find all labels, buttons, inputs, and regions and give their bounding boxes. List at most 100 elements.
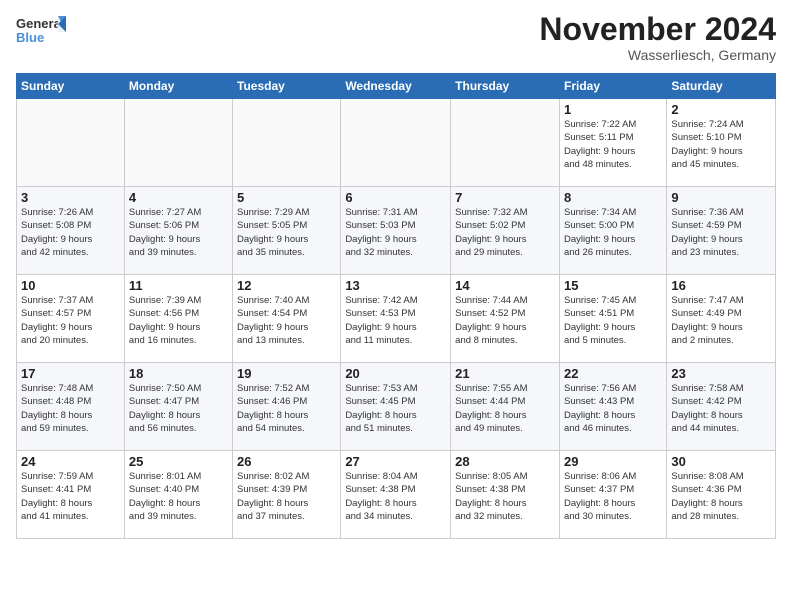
day-info: Sunrise: 7:48 AMSunset: 4:48 PMDaylight:… <box>21 383 93 434</box>
calendar-cell: 27 Sunrise: 8:04 AMSunset: 4:38 PMDayligh… <box>341 451 451 539</box>
day-number: 21 <box>455 366 555 381</box>
calendar-cell: 20 Sunrise: 7:53 AMSunset: 4:45 PMDayligh… <box>341 363 451 451</box>
day-number: 24 <box>21 454 120 469</box>
day-number: 9 <box>671 190 771 205</box>
day-info: Sunrise: 8:04 AMSunset: 4:38 PMDaylight:… <box>345 471 417 522</box>
calendar-cell: 2 Sunrise: 7:24 AMSunset: 5:10 PMDaylight… <box>667 99 776 187</box>
day-number: 7 <box>455 190 555 205</box>
day-info: Sunrise: 7:59 AMSunset: 4:41 PMDaylight:… <box>21 471 93 522</box>
header-saturday: Saturday <box>667 74 776 99</box>
day-number: 22 <box>564 366 662 381</box>
day-number: 12 <box>237 278 336 293</box>
day-number: 10 <box>21 278 120 293</box>
header-tuesday: Tuesday <box>233 74 341 99</box>
day-info: Sunrise: 7:36 AMSunset: 4:59 PMDaylight:… <box>671 207 743 258</box>
day-info: Sunrise: 8:06 AMSunset: 4:37 PMDaylight:… <box>564 471 636 522</box>
day-number: 20 <box>345 366 446 381</box>
calendar-week-1: 3Sunrise: 7:26 AMSunset: 5:08 PMDaylight… <box>17 187 776 275</box>
calendar-cell: 10Sunrise: 7:37 AMSunset: 4:57 PMDayligh… <box>17 275 125 363</box>
calendar-cell: 9 Sunrise: 7:36 AMSunset: 4:59 PMDaylight… <box>667 187 776 275</box>
day-number: 5 <box>237 190 336 205</box>
header: General Blue November 2024 Wasserliesch,… <box>16 12 776 63</box>
day-number: 6 <box>345 190 446 205</box>
day-number: 1 <box>564 102 662 117</box>
calendar-week-0: 1 Sunrise: 7:22 AMSunset: 5:11 PMDaylight… <box>17 99 776 187</box>
day-number: 15 <box>564 278 662 293</box>
calendar-cell: 22 Sunrise: 7:56 AMSunset: 4:43 PMDayligh… <box>559 363 666 451</box>
calendar-cell: 4 Sunrise: 7:27 AMSunset: 5:06 PMDaylight… <box>124 187 232 275</box>
day-info: Sunrise: 7:34 AMSunset: 5:00 PMDaylight:… <box>564 207 636 258</box>
day-info: Sunrise: 7:27 AMSunset: 5:06 PMDaylight:… <box>129 207 201 258</box>
day-number: 13 <box>345 278 446 293</box>
calendar-cell: 1 Sunrise: 7:22 AMSunset: 5:11 PMDaylight… <box>559 99 666 187</box>
calendar-cell: 28 Sunrise: 8:05 AMSunset: 4:38 PMDayligh… <box>451 451 560 539</box>
calendar-cell: 7Sunrise: 7:32 AMSunset: 5:02 PMDaylight… <box>451 187 560 275</box>
calendar-cell: 3Sunrise: 7:26 AMSunset: 5:08 PMDaylight… <box>17 187 125 275</box>
day-info: Sunrise: 7:39 AMSunset: 4:56 PMDaylight:… <box>129 295 201 346</box>
day-number: 25 <box>129 454 228 469</box>
day-info: Sunrise: 8:05 AMSunset: 4:38 PMDaylight:… <box>455 471 527 522</box>
calendar-week-2: 10Sunrise: 7:37 AMSunset: 4:57 PMDayligh… <box>17 275 776 363</box>
calendar-cell: 17Sunrise: 7:48 AMSunset: 4:48 PMDayligh… <box>17 363 125 451</box>
calendar-cell: 14Sunrise: 7:44 AMSunset: 4:52 PMDayligh… <box>451 275 560 363</box>
day-number: 26 <box>237 454 336 469</box>
calendar-cell: 11Sunrise: 7:39 AMSunset: 4:56 PMDayligh… <box>124 275 232 363</box>
calendar-cell: 23Sunrise: 7:58 AMSunset: 4:42 PMDayligh… <box>667 363 776 451</box>
day-info: Sunrise: 7:45 AMSunset: 4:51 PMDaylight:… <box>564 295 636 346</box>
calendar-week-3: 17Sunrise: 7:48 AMSunset: 4:48 PMDayligh… <box>17 363 776 451</box>
calendar-cell: 24 Sunrise: 7:59 AMSunset: 4:41 PMDayligh… <box>17 451 125 539</box>
day-number: 18 <box>129 366 228 381</box>
subtitle: Wasserliesch, Germany <box>539 47 776 63</box>
day-info: Sunrise: 7:24 AMSunset: 5:10 PMDaylight:… <box>671 119 743 170</box>
day-number: 14 <box>455 278 555 293</box>
calendar-cell <box>451 99 560 187</box>
day-info: Sunrise: 7:26 AMSunset: 5:08 PMDaylight:… <box>21 207 93 258</box>
day-number: 4 <box>129 190 228 205</box>
day-number: 27 <box>345 454 446 469</box>
day-number: 28 <box>455 454 555 469</box>
month-title: November 2024 <box>539 12 776 47</box>
calendar-cell: 19Sunrise: 7:52 AMSunset: 4:46 PMDayligh… <box>233 363 341 451</box>
day-number: 2 <box>671 102 771 117</box>
calendar-cell: 6 Sunrise: 7:31 AMSunset: 5:03 PMDaylight… <box>341 187 451 275</box>
day-number: 29 <box>564 454 662 469</box>
calendar-cell: 26 Sunrise: 8:02 AMSunset: 4:39 PMDayligh… <box>233 451 341 539</box>
header-friday: Friday <box>559 74 666 99</box>
header-row: Sunday Monday Tuesday Wednesday Thursday… <box>17 74 776 99</box>
calendar-cell: 18 Sunrise: 7:50 AMSunset: 4:47 PMDayligh… <box>124 363 232 451</box>
day-number: 8 <box>564 190 662 205</box>
calendar-cell: 13 Sunrise: 7:42 AMSunset: 4:53 PMDayligh… <box>341 275 451 363</box>
logo: General Blue <box>16 12 66 50</box>
calendar-cell <box>124 99 232 187</box>
day-info: Sunrise: 7:55 AMSunset: 4:44 PMDaylight:… <box>455 383 527 434</box>
calendar-cell: 8 Sunrise: 7:34 AMSunset: 5:00 PMDaylight… <box>559 187 666 275</box>
svg-text:Blue: Blue <box>16 30 44 45</box>
svg-text:General: General <box>16 16 64 31</box>
page-container: General Blue November 2024 Wasserliesch,… <box>0 0 792 547</box>
day-info: Sunrise: 7:56 AMSunset: 4:43 PMDaylight:… <box>564 383 636 434</box>
header-sunday: Sunday <box>17 74 125 99</box>
day-info: Sunrise: 7:52 AMSunset: 4:46 PMDaylight:… <box>237 383 309 434</box>
day-info: Sunrise: 8:01 AMSunset: 4:40 PMDaylight:… <box>129 471 201 522</box>
calendar-week-4: 24 Sunrise: 7:59 AMSunset: 4:41 PMDayligh… <box>17 451 776 539</box>
logo-svg: General Blue <box>16 12 66 50</box>
header-monday: Monday <box>124 74 232 99</box>
calendar-cell: 29 Sunrise: 8:06 AMSunset: 4:37 PMDayligh… <box>559 451 666 539</box>
day-info: Sunrise: 7:22 AMSunset: 5:11 PMDaylight:… <box>564 119 636 170</box>
day-info: Sunrise: 7:47 AMSunset: 4:49 PMDaylight:… <box>671 295 743 346</box>
day-info: Sunrise: 7:53 AMSunset: 4:45 PMDaylight:… <box>345 383 417 434</box>
day-info: Sunrise: 8:08 AMSunset: 4:36 PMDaylight:… <box>671 471 743 522</box>
day-info: Sunrise: 7:40 AMSunset: 4:54 PMDaylight:… <box>237 295 309 346</box>
calendar-cell <box>17 99 125 187</box>
calendar-cell: 12 Sunrise: 7:40 AMSunset: 4:54 PMDayligh… <box>233 275 341 363</box>
calendar-cell <box>341 99 451 187</box>
day-info: Sunrise: 8:02 AMSunset: 4:39 PMDaylight:… <box>237 471 309 522</box>
calendar-cell: 25 Sunrise: 8:01 AMSunset: 4:40 PMDayligh… <box>124 451 232 539</box>
day-info: Sunrise: 7:31 AMSunset: 5:03 PMDaylight:… <box>345 207 417 258</box>
calendar-cell: 30Sunrise: 8:08 AMSunset: 4:36 PMDayligh… <box>667 451 776 539</box>
header-wednesday: Wednesday <box>341 74 451 99</box>
day-info: Sunrise: 7:50 AMSunset: 4:47 PMDaylight:… <box>129 383 201 434</box>
day-number: 23 <box>671 366 771 381</box>
calendar-cell: 21 Sunrise: 7:55 AMSunset: 4:44 PMDayligh… <box>451 363 560 451</box>
day-info: Sunrise: 7:42 AMSunset: 4:53 PMDaylight:… <box>345 295 417 346</box>
